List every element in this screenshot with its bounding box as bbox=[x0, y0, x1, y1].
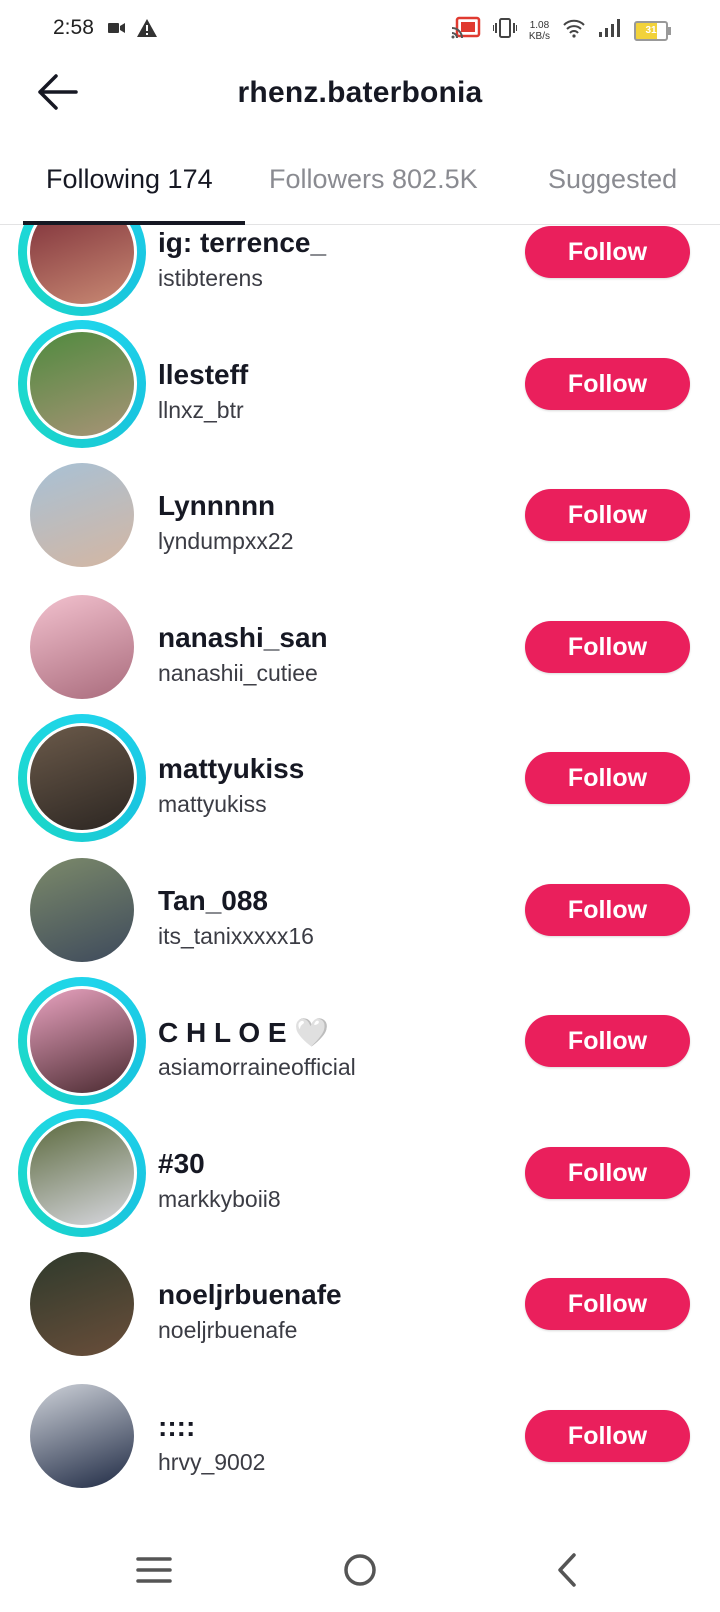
user-handle: hrvy_9002 bbox=[158, 1449, 266, 1475]
user-display-name: noeljrbuenafe bbox=[158, 1279, 342, 1310]
following-list[interactable]: ig: terrence_ istibterens Follow llesteff ll… bbox=[0, 225, 720, 1525]
follow-button[interactable]: Follow bbox=[525, 1147, 690, 1199]
profile-header: rhenz.baterbonia bbox=[0, 60, 720, 124]
network-speed-value: 1.08 bbox=[529, 19, 550, 31]
avatar bbox=[30, 1384, 134, 1488]
menu-icon bbox=[124, 1557, 184, 1599]
avatar-story-ring[interactable] bbox=[18, 714, 146, 842]
back-chevron-icon bbox=[538, 1553, 598, 1599]
network-speed-unit: KB/s bbox=[528, 30, 550, 42]
avatar-container[interactable] bbox=[18, 1372, 146, 1500]
avatar-story-ring[interactable] bbox=[18, 977, 146, 1105]
signal-icon bbox=[598, 18, 622, 43]
follow-button[interactable]: Follow bbox=[525, 1410, 690, 1462]
user-display-name: Tan_088 bbox=[158, 885, 268, 916]
avatar bbox=[27, 329, 137, 439]
user-display-name: nanashi_san bbox=[158, 622, 328, 653]
tab-bar: Following 174 Followers 802.5K Suggested bbox=[0, 150, 720, 225]
user-handle: nanashii_cutiee bbox=[158, 660, 318, 686]
user-handle: its_tanixxxxx16 bbox=[158, 923, 314, 949]
user-display-name: mattyukiss bbox=[158, 753, 305, 784]
follow-button[interactable]: Follow bbox=[525, 358, 690, 410]
network-speed: 1.08 KB/s bbox=[529, 20, 550, 42]
avatar bbox=[27, 723, 137, 833]
follow-button[interactable]: Follow bbox=[525, 884, 690, 936]
status-right-icons: 1.08 KB/s 31 bbox=[451, 16, 671, 45]
user-handle: noeljrbuenafe bbox=[158, 1317, 298, 1343]
list-item[interactable]: Lynnnnn lyndumpxx22 Follow bbox=[0, 448, 720, 583]
system-back-button[interactable] bbox=[538, 1545, 598, 1595]
follow-button[interactable]: Follow bbox=[525, 226, 690, 278]
home-button[interactable] bbox=[330, 1545, 390, 1595]
avatar bbox=[30, 595, 134, 699]
list-item[interactable]: nanashi_san nanashii_cutiee Follow bbox=[0, 580, 720, 715]
user-display-name: :::: bbox=[158, 1411, 196, 1442]
user-handle: mattyukiss bbox=[158, 791, 267, 817]
user-handle: istibterens bbox=[158, 265, 263, 291]
avatar-container[interactable] bbox=[18, 846, 146, 974]
avatar bbox=[27, 1118, 137, 1228]
user-display-name: llesteff bbox=[158, 359, 249, 390]
avatar-container[interactable] bbox=[18, 583, 146, 711]
menu-button[interactable] bbox=[124, 1545, 184, 1595]
follow-button[interactable]: Follow bbox=[525, 752, 690, 804]
list-item[interactable]: mattyukiss mattyukiss Follow bbox=[0, 711, 720, 846]
avatar bbox=[30, 1252, 134, 1356]
avatar bbox=[30, 858, 134, 962]
tab-followers[interactable]: Followers 802.5K bbox=[269, 164, 478, 195]
avatar bbox=[30, 463, 134, 567]
follow-button[interactable]: Follow bbox=[525, 621, 690, 673]
list-item[interactable]: noeljrbuenafe noeljrbuenafe Follow bbox=[0, 1237, 720, 1372]
avatar-story-ring[interactable] bbox=[18, 1109, 146, 1237]
status-left-icons bbox=[108, 18, 158, 43]
avatar-story-ring[interactable] bbox=[18, 225, 146, 316]
system-nav-bar bbox=[0, 1525, 720, 1612]
user-display-name: #30 bbox=[158, 1148, 205, 1179]
user-handle: llnxz_btr bbox=[158, 397, 244, 423]
page-title: rhenz.baterbonia bbox=[237, 76, 483, 109]
follow-button[interactable]: Follow bbox=[525, 1278, 690, 1330]
follow-button[interactable]: Follow bbox=[525, 489, 690, 541]
user-handle: asiamorraineofficial bbox=[158, 1054, 356, 1080]
avatar-container[interactable] bbox=[18, 1240, 146, 1368]
vibrate-icon bbox=[491, 17, 518, 44]
user-display-name: C H L O E 🤍 bbox=[158, 1017, 330, 1048]
avatar bbox=[27, 225, 137, 307]
user-handle: lyndumpxx22 bbox=[158, 528, 294, 554]
tab-following[interactable]: Following 174 bbox=[46, 164, 213, 195]
cast-icon bbox=[451, 16, 481, 45]
list-item[interactable]: #30 markkyboii8 Follow bbox=[0, 1106, 720, 1241]
avatar-story-ring[interactable] bbox=[18, 320, 146, 448]
wifi-icon bbox=[562, 18, 586, 43]
list-item[interactable]: llesteff llnxz_btr Follow bbox=[0, 317, 720, 452]
user-handle: markkyboii8 bbox=[158, 1186, 281, 1212]
list-item[interactable]: :::: hrvy_9002 Follow bbox=[0, 1369, 720, 1504]
list-item[interactable]: C H L O E 🤍 asiamorraineofficial Follow bbox=[0, 974, 720, 1109]
status-time: 2:58 bbox=[53, 16, 94, 39]
video-camera-icon bbox=[108, 21, 126, 40]
avatar bbox=[27, 986, 137, 1096]
avatar-container[interactable] bbox=[18, 451, 146, 579]
battery-icon: 31 bbox=[634, 20, 671, 41]
user-display-name: Lynnnnn bbox=[158, 490, 276, 521]
list-item[interactable]: Tan_088 its_tanixxxxx16 Follow bbox=[0, 843, 720, 978]
tab-suggested[interactable]: Suggested bbox=[548, 164, 677, 195]
follow-button[interactable]: Follow bbox=[525, 1015, 690, 1067]
warning-icon bbox=[136, 18, 158, 43]
list-item[interactable]: ig: terrence_ istibterens Follow bbox=[0, 225, 720, 320]
user-display-name: ig: terrence_ bbox=[158, 227, 327, 258]
status-bar: 2:58 1.08 KB/s 31 bbox=[0, 0, 720, 60]
home-circle-icon bbox=[330, 1554, 390, 1599]
